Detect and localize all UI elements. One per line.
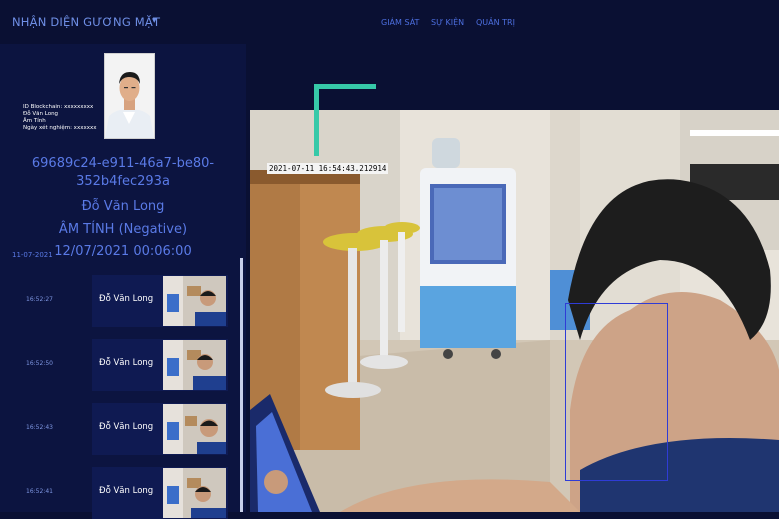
history-item[interactable]: Đỗ Văn Long [92,275,228,327]
history-thumbnail [163,276,226,326]
hash-line-2: 352b4fec293a [76,174,170,189]
profile-photo [104,53,155,139]
history-item[interactable]: Đỗ Văn Long [92,339,228,391]
history-time: 16:52:41 [26,488,53,495]
nav-quan-tri[interactable]: QUẢN TRỊ [476,18,515,27]
history-thumbnail [163,468,226,518]
test-result: ÂM TÍNH (Negative) [58,222,188,237]
history-item-name: Đỗ Văn Long [99,486,154,496]
history-date: 11-07-2021 [12,251,53,259]
history-thumbnail [163,340,226,390]
camera-header-band [250,44,779,110]
left-panel: ID Blockchain: xxxxxxxxx Đỗ Văn Long Âm … [0,44,246,519]
profile-name-small: Đỗ Văn Long [23,111,59,117]
chevron-down-icon[interactable]: ▾ [152,16,157,26]
test-date: Ngày xét nghiệm: xxxxxxx [23,125,97,131]
profile-status-small: Âm Tính [23,118,46,124]
history-item[interactable]: Đỗ Văn Long [92,403,228,455]
face-detection-box [565,303,668,481]
hash-line-1: 69689c24-e911-46a7-be80- [31,156,215,171]
history-item-name: Đỗ Văn Long [99,422,154,432]
history-scrollbar[interactable] [240,258,243,512]
nav-giam-sat[interactable]: GIÁM SÁT [381,18,419,27]
app-title[interactable]: NHẬN DIỆN GƯƠNG MẶT [12,15,160,29]
top-bar: NHẬN DIỆN GƯƠNG MẶT ▾ GIÁM SÁT SỰ KIỆN Q… [0,0,779,44]
history-thumbnail [163,404,226,454]
history-time: 16:52:27 [26,296,53,303]
history-time: 16:52:50 [26,360,53,367]
tracking-corner-vertical [314,84,319,156]
history-item-name: Đỗ Văn Long [99,294,154,304]
blockchain-id: ID Blockchain: xxxxxxxxx [23,104,94,110]
history-item-name: Đỗ Văn Long [99,358,154,368]
tracking-corner-horizontal [314,84,376,89]
camera-timestamp: 2021-07-11 16:54:43.212914 [267,163,389,174]
full-name: Đỗ Văn Long [81,199,165,214]
history-time: 16:52:43 [26,424,53,431]
history-item[interactable]: Đỗ Văn Long [92,467,228,519]
nav-su-kien[interactable]: SỰ KIỆN [431,18,464,27]
